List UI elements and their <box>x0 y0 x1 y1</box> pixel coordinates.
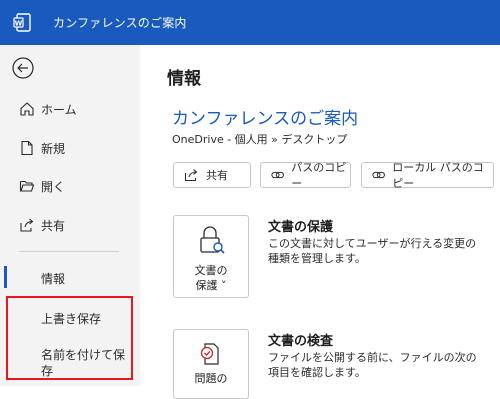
document-check-icon <box>200 343 219 365</box>
word-icon: W <box>13 13 31 32</box>
copy-local-path-label: ローカル パスのコピー <box>392 161 484 190</box>
document-path: OneDrive - 個人用 » デスクトップ <box>172 133 348 146</box>
sidebar-item-info[interactable]: 情報 <box>41 271 65 287</box>
inspect-document-button[interactable]: 問題の <box>173 329 249 399</box>
sidebar-item-home[interactable]: ホーム <box>0 95 140 123</box>
sidebar-item-label: 共有 <box>41 218 66 233</box>
sidebar-item-new[interactable]: 新規 <box>0 134 140 162</box>
protect-description: この文書に対してユーザーが行える変更の種類を管理します。 <box>268 237 477 265</box>
share-icon <box>184 169 198 182</box>
protect-heading: 文書の保護 <box>268 220 334 235</box>
protect-document-button[interactable]: 文書の 保護 ˅ <box>173 215 249 298</box>
folder-icon <box>19 180 35 192</box>
lock-icon <box>200 226 225 254</box>
inspect-description: ファイルを公開する前に、ファイルの次の項目を確認します。 <box>268 351 477 379</box>
document-title: カンファレンスのご案内 <box>172 109 359 129</box>
share-button-label: 共有 <box>206 169 228 182</box>
inspect-heading: 文書の検査 <box>268 334 334 349</box>
home-icon <box>20 102 34 116</box>
back-arrow-icon[interactable] <box>11 56 35 80</box>
sidebar-item-label: 新規 <box>41 141 66 156</box>
share-button[interactable]: 共有 <box>173 162 251 188</box>
sidebar-divider <box>19 251 119 252</box>
sidebar-item-open[interactable]: 開く <box>0 172 140 200</box>
sidebar-item-label: ホーム <box>41 102 77 117</box>
highlight-box <box>6 296 133 380</box>
sidebar-item-share[interactable]: 共有 <box>0 211 140 239</box>
info-pane: 情報 カンファレンスのご案内 OneDrive - 個人用 » デスクトップ 共… <box>140 45 500 399</box>
svg-text:W: W <box>15 19 23 27</box>
active-indicator <box>4 266 7 288</box>
copy-path-label: パスのコピー <box>291 161 347 190</box>
title-bar: W カンファレンスのご案内 <box>0 0 500 45</box>
protect-tile-label-2: 保護 ˅ <box>195 279 227 292</box>
sidebar-item-label: 開く <box>41 179 66 194</box>
copy-local-path-button[interactable]: ローカル パスのコピー <box>361 161 494 190</box>
page-title: 情報 <box>167 69 201 89</box>
link-icon <box>271 171 284 179</box>
backstage-sidebar: ホーム 新規 開く 共有 情報 上書き保存 名前を付けて保 存 <box>0 45 140 386</box>
share-icon <box>20 218 34 232</box>
inspect-tile-label: 問題の <box>194 372 228 385</box>
window-title: カンファレンスのご案内 <box>53 16 187 30</box>
new-document-icon <box>21 140 33 156</box>
protect-tile-label-1: 文書の <box>194 264 228 277</box>
copy-path-button[interactable]: パスのコピー <box>260 161 351 190</box>
link-icon <box>372 171 385 179</box>
